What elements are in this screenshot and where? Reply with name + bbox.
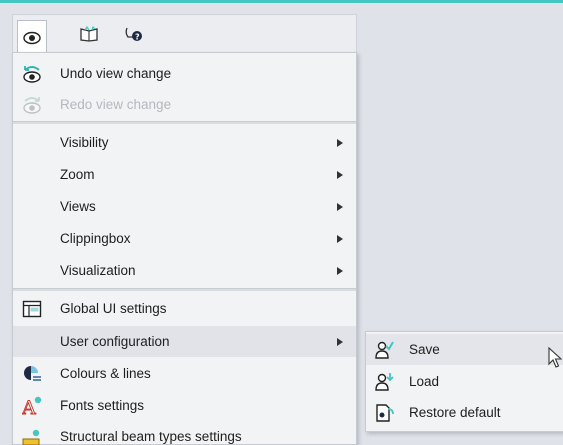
submenu-arrow-icon [337,338,343,346]
visualization-label: Visualization [60,263,136,278]
menu-separator [13,288,356,291]
window-settings-icon [22,300,42,318]
user-save-icon [375,341,394,359]
user-configuration-submenu: Save Load Restore default [365,331,563,432]
book-menu-button[interactable] [74,20,104,48]
undo-view-change-label: Undo view change [60,66,172,81]
submenu-arrow-icon [337,235,343,243]
menu-item-views[interactable]: Views [13,191,356,222]
menu-item-fonts-settings[interactable]: A Fonts settings [13,390,356,421]
submenu-arrow-icon [337,171,343,179]
font-icon: A [22,397,42,416]
save-label: Save [409,342,440,357]
svg-text:A: A [22,397,36,416]
view-menu-button[interactable] [17,20,47,54]
menu-item-global-ui-settings[interactable]: Global UI settings [13,293,356,324]
document-restore-icon [376,404,394,422]
submenu-item-load[interactable]: Load [366,366,563,397]
menu-separator [13,121,356,124]
clippingbox-label: Clippingbox [60,231,131,246]
redo-view-icon [23,97,41,114]
user-configuration-label: User configuration [60,334,170,349]
redo-view-change-label: Redo view change [60,97,172,112]
menu-item-undo-view-change[interactable]: Undo view change [13,58,356,89]
svg-text:?: ? [135,33,140,42]
submenu-arrow-icon [337,139,343,147]
menu-item-visibility[interactable]: Visibility [13,127,356,158]
structural-beam-types-label: Structural beam types settings [60,429,242,444]
zoom-label: Zoom [60,167,95,182]
submenu-item-save[interactable]: Save [366,334,563,365]
help-menu-button[interactable]: ? [119,20,149,48]
menu-item-zoom[interactable]: Zoom [13,159,356,190]
submenu-arrow-icon [337,203,343,211]
book-icon [80,26,98,42]
colours-lines-label: Colours & lines [60,366,151,381]
menu-item-clippingbox[interactable]: Clippingbox [13,223,356,254]
visibility-label: Visibility [60,135,109,150]
menu-item-redo-view-change[interactable]: Redo view change [13,89,356,120]
view-toolbar: ? [12,14,357,54]
submenu-item-restore-default[interactable]: Restore default [366,397,563,428]
help-icon: ? [125,27,142,42]
submenu-arrow-icon [337,267,343,275]
user-load-icon [375,373,394,391]
views-label: Views [60,199,96,214]
colours-lines-icon [24,366,41,381]
view-menu: Undo view change Redo view change Visibi… [12,52,357,445]
beam-types-icon [22,429,40,445]
load-label: Load [409,374,440,389]
menu-item-colours-lines[interactable]: Colours & lines [13,358,356,389]
global-ui-settings-label: Global UI settings [60,301,167,316]
undo-view-icon [23,66,41,83]
menu-item-user-configuration[interactable]: User configuration [13,326,356,357]
menu-item-structural-beam-types[interactable]: Structural beam types settings [13,421,356,445]
mouse-pointer-icon [548,347,562,368]
fonts-settings-label: Fonts settings [60,398,145,413]
menu-item-visualization[interactable]: Visualization [13,255,356,286]
restore-default-label: Restore default [409,405,501,420]
eye-icon [23,31,41,44]
